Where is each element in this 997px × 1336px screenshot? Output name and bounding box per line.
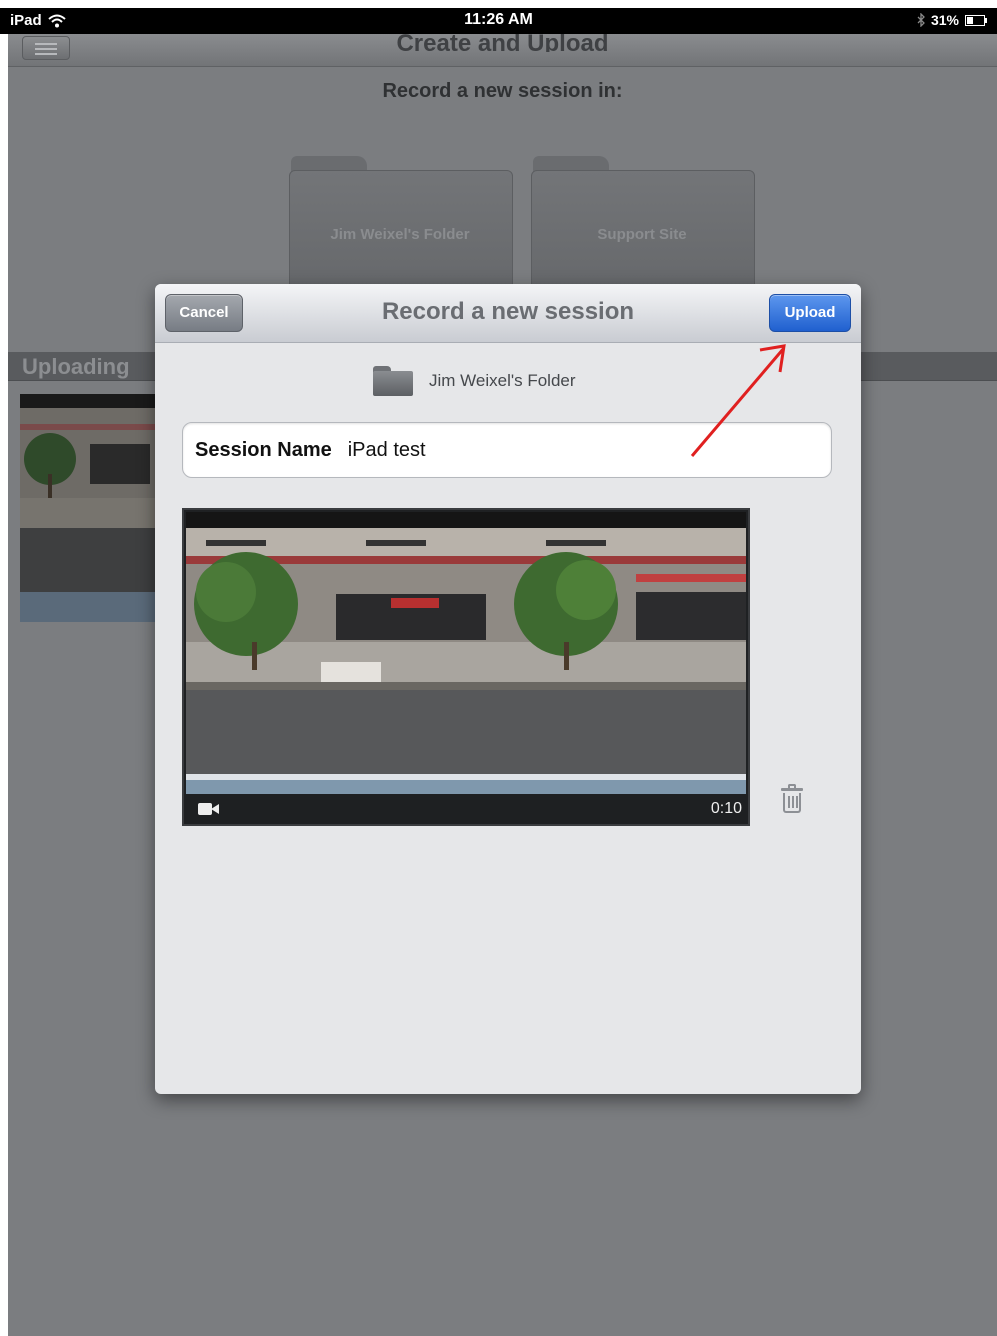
- background-folder-label: Jim Weixel's Folder: [330, 226, 470, 243]
- status-bar: iPad 11:26 AM 31%: [0, 8, 997, 34]
- dialog-title: Record a new session: [381, 298, 635, 325]
- status-time: 11:26 AM: [464, 11, 533, 28]
- folder-icon: [373, 366, 413, 396]
- background-folder-1: Jim Weixel's Folder: [289, 156, 513, 292]
- bluetooth-icon: [917, 13, 925, 27]
- battery-percent: 31%: [930, 12, 959, 28]
- folder-name: Jim Weixel's Folder: [429, 371, 576, 390]
- camera-icon: [198, 803, 220, 815]
- uploading-label: Uploading: [22, 354, 130, 379]
- upload-button[interactable]: Upload: [769, 294, 851, 332]
- video-preview[interactable]: 0:10: [182, 508, 750, 826]
- background-folder-2: Support Site: [531, 156, 755, 292]
- destination-folder[interactable]: Jim Weixel's Folder: [373, 366, 576, 396]
- arrow-annotation: [690, 344, 786, 457]
- background-navigation-bar: Create and Upload: [8, 34, 997, 67]
- battery-icon: [965, 14, 987, 26]
- video-thumbnail-image: [186, 512, 746, 794]
- uploading-thumbnail: [20, 394, 160, 622]
- background-title: Create and Upload: [396, 34, 609, 52]
- background-folder-label: Support Site: [597, 226, 687, 243]
- session-name-input[interactable]: iPad test: [348, 439, 426, 462]
- session-name-label: Session Name: [195, 438, 332, 461]
- video-duration: 0:10: [710, 800, 742, 817]
- dialog-toolbar: Cancel Record a new session Upload: [155, 284, 861, 343]
- video-controls-bar: 0:10: [184, 794, 748, 824]
- trash-icon[interactable]: [781, 784, 803, 814]
- background-prompt: Record a new session in:: [382, 80, 623, 102]
